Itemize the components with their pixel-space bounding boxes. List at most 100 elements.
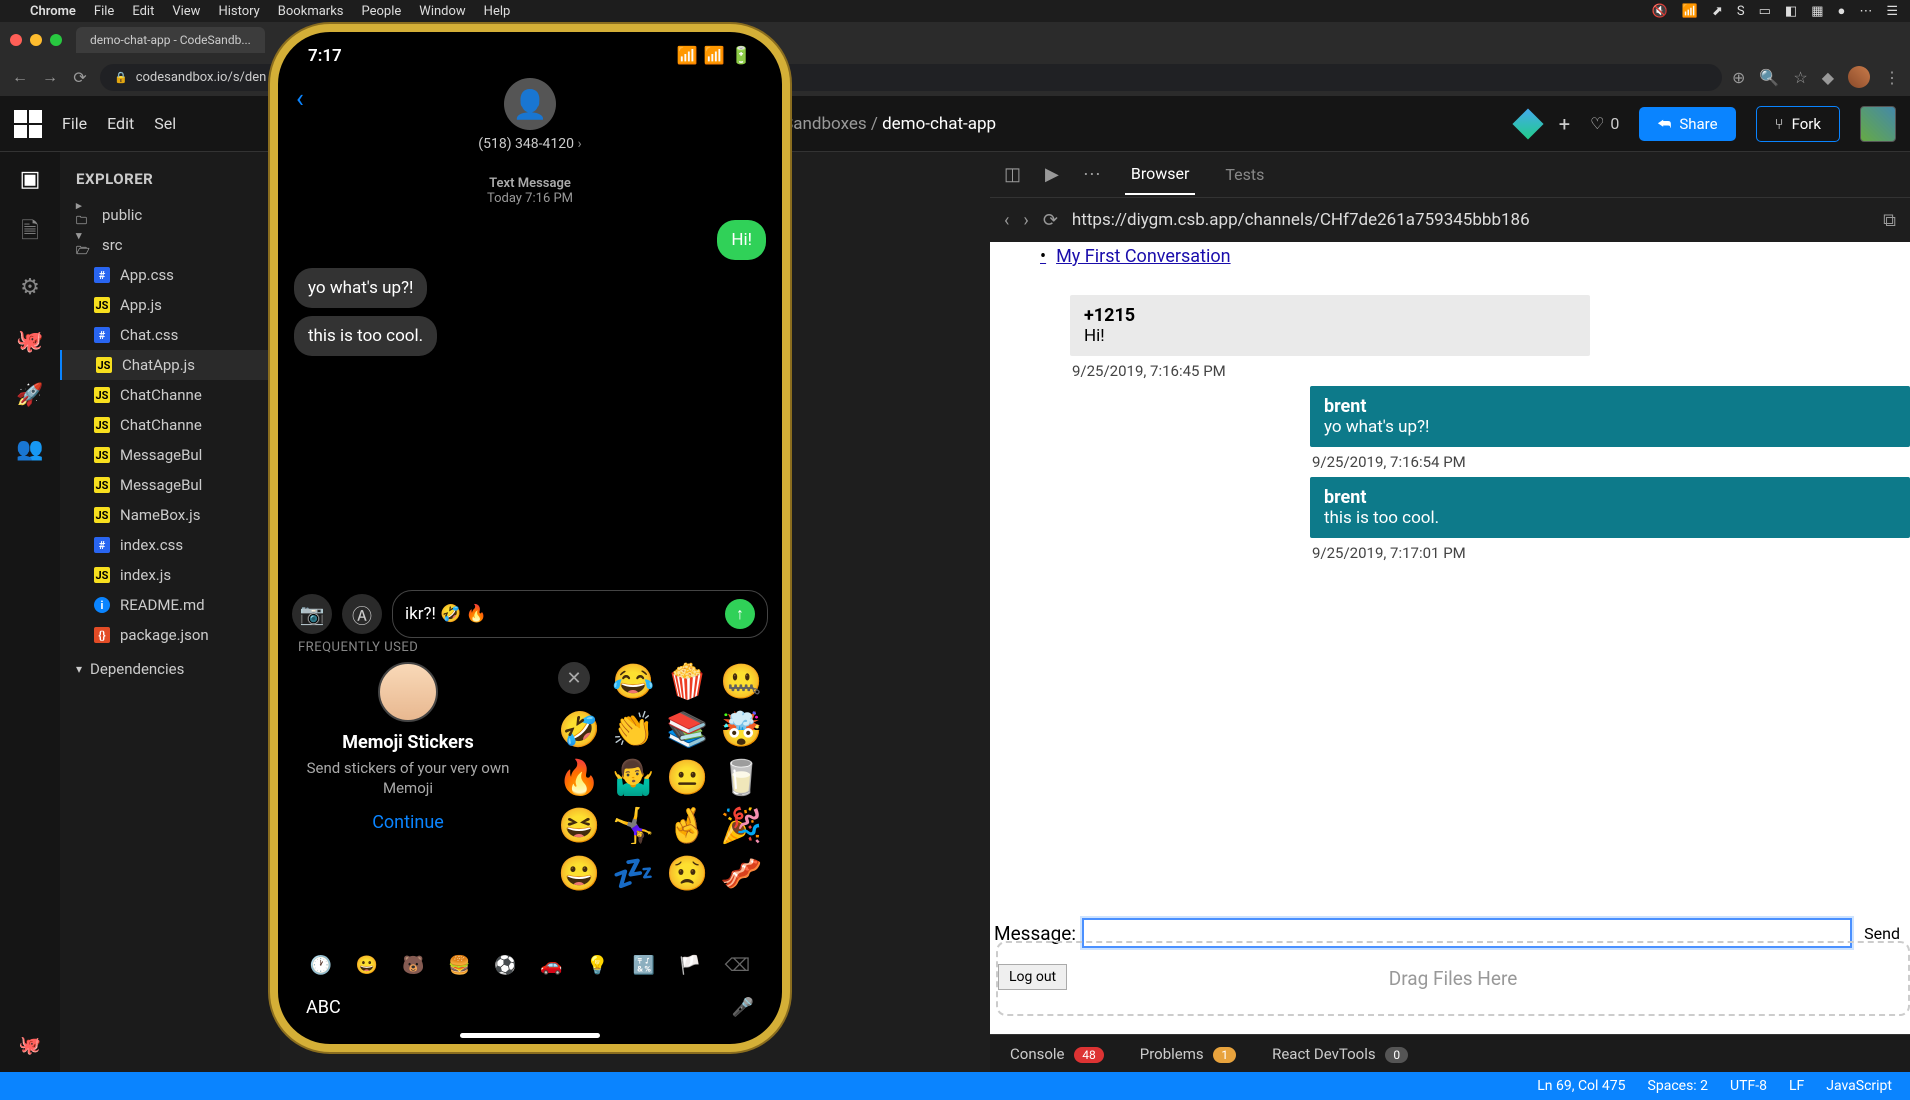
conversation-link[interactable]: My First Conversation [990, 242, 1910, 275]
explorer-icon[interactable]: ▣ [17, 166, 43, 192]
message-field[interactable]: ikr?! 🤣 🔥 ↑ [392, 590, 768, 638]
preview-forward-icon[interactable]: › [1023, 210, 1028, 231]
github-footer-icon[interactable]: 🐙 [17, 1032, 43, 1058]
install-icon[interactable]: ⊕ [1732, 68, 1745, 87]
emoji-button[interactable]: 🤸‍♀️ [612, 806, 658, 846]
logout-button[interactable]: Log out [998, 964, 1067, 990]
file-item[interactable]: JSChatChanne [60, 380, 280, 410]
tray-icon-s[interactable]: S [1737, 4, 1745, 19]
codesandbox-logo-icon[interactable] [14, 110, 42, 138]
user-avatar[interactable] [1860, 106, 1896, 142]
file-item[interactable]: {}package.json [60, 620, 280, 650]
emoji-button[interactable]: 🤐 [720, 662, 766, 702]
imessage-bubble[interactable]: yo what's up?! [294, 268, 427, 308]
file-item[interactable]: #App.css [60, 260, 280, 290]
menu-history[interactable]: History [218, 4, 259, 19]
folder-public[interactable]: ▸ 🗀 public [60, 200, 280, 230]
cs-menu-edit[interactable]: Edit [107, 114, 134, 133]
bookmark-star-icon[interactable]: ☆ [1793, 68, 1807, 87]
emoji-button[interactable]: 🤯 [720, 710, 766, 750]
file-item[interactable]: JSChatApp.js [60, 350, 280, 380]
forward-button[interactable]: → [40, 67, 60, 87]
smileys-category-icon[interactable]: 😀 [356, 955, 378, 976]
cursor-position[interactable]: Ln 69, Col 475 [1537, 1078, 1625, 1094]
tab-tests[interactable]: Tests [1219, 155, 1270, 194]
zoom-icon[interactable]: 🔍 [1759, 68, 1779, 87]
tray-icon[interactable]: ● [1837, 3, 1845, 19]
food-category-icon[interactable]: 🍔 [448, 955, 470, 976]
app-name[interactable]: Chrome [30, 4, 76, 19]
chrome-menu-icon[interactable]: ⋮ [1884, 68, 1900, 87]
file-item[interactable]: iREADME.md [60, 590, 280, 620]
travel-category-icon[interactable]: 🚗 [540, 955, 562, 976]
twitter-icon[interactable]: 🐦 [0, 1032, 3, 1058]
wifi-icon[interactable]: 📶 [1682, 4, 1698, 19]
emoji-button[interactable]: 😂 [612, 662, 658, 702]
close-memoji-icon[interactable]: ✕ [558, 662, 590, 694]
layout-icon[interactable]: ◫ [1004, 164, 1021, 185]
likes-counter[interactable]: ♡ 0 [1590, 114, 1619, 133]
camera-icon[interactable]: 📷 [292, 594, 332, 634]
emoji-button[interactable]: 📚 [666, 710, 712, 750]
preview-back-icon[interactable]: ‹ [1004, 210, 1009, 231]
encoding[interactable]: UTF-8 [1730, 1078, 1767, 1094]
devtools-tab[interactable]: React DevTools 0 [1272, 1045, 1408, 1063]
menu-file[interactable]: File [94, 4, 114, 19]
breadcrumb-current[interactable]: demo-chat-app [882, 114, 996, 134]
share-button[interactable]: ⮪ Share [1639, 107, 1735, 141]
minimize-window-button[interactable] [30, 34, 42, 46]
browser-tab[interactable]: demo-chat-app - CodeSandb... [76, 27, 265, 53]
activity-category-icon[interactable]: ⚽ [494, 955, 516, 976]
emoji-button[interactable]: 🍿 [666, 662, 712, 702]
symbols-category-icon[interactable]: 🔣 [632, 955, 654, 976]
emoji-button[interactable]: 💤 [612, 854, 658, 894]
console-tab[interactable]: Console 48 [1010, 1045, 1104, 1063]
tray-icon[interactable]: ▦ [1811, 4, 1823, 19]
emoji-button[interactable]: 🔥 [558, 758, 604, 798]
file-item[interactable]: JSindex.js [60, 560, 280, 590]
flags-category-icon[interactable]: 🏳️ [679, 955, 701, 976]
abc-button[interactable]: ABC [306, 997, 341, 1018]
problems-tab[interactable]: Problems 1 [1140, 1045, 1236, 1063]
tray-icon[interactable]: ◧ [1785, 4, 1797, 19]
reload-button[interactable]: ⟳ [70, 68, 90, 87]
play-icon[interactable]: ▶ [1045, 164, 1059, 185]
file-item[interactable]: JSMessageBul [60, 470, 280, 500]
tab-browser[interactable]: Browser [1125, 154, 1196, 195]
dependencies-section[interactable]: ▾ Dependencies [60, 650, 280, 688]
send-arrow-icon[interactable]: ↑ [725, 599, 755, 629]
menu-people[interactable]: People [362, 4, 402, 19]
emoji-button[interactable]: 🎉 [720, 806, 766, 846]
indent-setting[interactable]: Spaces: 2 [1648, 1078, 1709, 1094]
emoji-button[interactable]: 🤣 [558, 710, 604, 750]
file-item[interactable]: #index.css [60, 530, 280, 560]
emoji-button[interactable]: 😐 [666, 758, 712, 798]
home-indicator[interactable] [460, 1033, 600, 1038]
deploy-icon[interactable] [1512, 108, 1543, 139]
file-item[interactable]: JSChatChanne [60, 410, 280, 440]
back-chevron-icon[interactable]: ‹ [296, 84, 304, 114]
menu-help[interactable]: Help [484, 4, 511, 19]
volume-icon[interactable]: 🔇 [1652, 4, 1668, 19]
emoji-button[interactable]: 😀 [558, 854, 604, 894]
contact-avatar-icon[interactable]: 👤 [504, 78, 556, 130]
emoji-button[interactable]: 🥓 [720, 854, 766, 894]
close-window-button[interactable] [10, 34, 22, 46]
cs-menu-selection[interactable]: Sel [154, 114, 176, 133]
profile-avatar[interactable] [1848, 66, 1870, 88]
imessage-bubble[interactable]: Hi! [717, 220, 766, 260]
folder-src[interactable]: ▾ 🗁 src [60, 230, 280, 260]
eol[interactable]: LF [1789, 1078, 1804, 1094]
apps-icon[interactable]: Ⓐ [342, 594, 382, 634]
emoji-button[interactable]: 😆 [558, 806, 604, 846]
emoji-button[interactable]: 😟 [666, 854, 712, 894]
animals-category-icon[interactable]: 🐻 [402, 955, 424, 976]
files-icon[interactable]: 🗎 [17, 220, 43, 246]
emoji-button[interactable]: 👏 [612, 710, 658, 750]
more-icon[interactable]: ⋯ [1083, 164, 1101, 185]
tray-icon[interactable]: ▭ [1759, 4, 1771, 19]
emoji-button[interactable]: 🥛 [720, 758, 766, 798]
file-item[interactable]: JSNameBox.js [60, 500, 280, 530]
tray-list-icon[interactable]: ☰ [1886, 4, 1898, 19]
live-icon[interactable]: 👥 [17, 436, 43, 462]
